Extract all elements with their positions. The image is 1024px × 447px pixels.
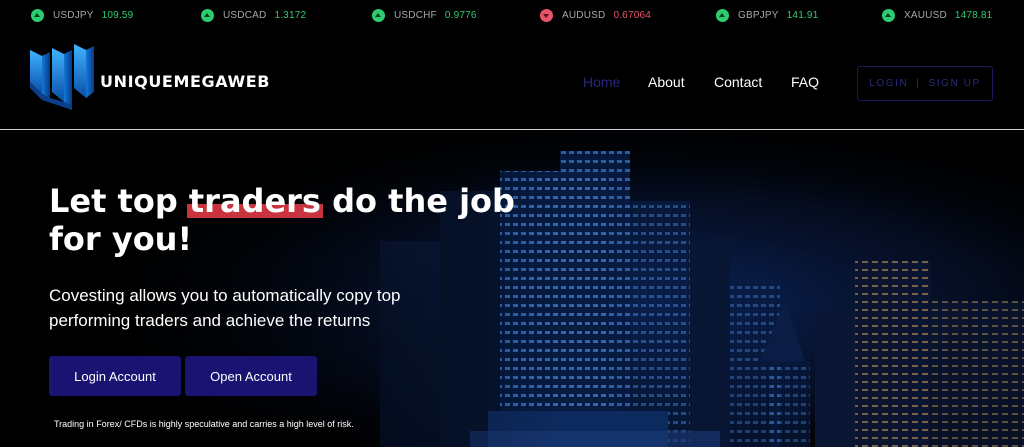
hero-subtext: Covesting allows you to automatically co…: [49, 286, 401, 330]
headline-highlight-text: traders: [188, 182, 321, 220]
ticker-price: 1478.81: [954, 10, 993, 21]
arrow-up-icon: [372, 9, 385, 22]
logo-text: UNIQUEMEGAWEB: [100, 72, 271, 91]
site-header: UNIQUEMEGAWEB Home About Contact FAQ LOG…: [0, 32, 1024, 130]
auth-box: LOGIN | SIGN UP: [857, 66, 993, 101]
login-link[interactable]: LOGIN: [869, 78, 908, 89]
price-ticker: USDJPY 109.59 USDCAD 1.3172 USDCHF 0.977…: [0, 0, 1024, 32]
ticker-price: 109.59: [101, 10, 134, 21]
arrow-up-icon: [31, 9, 44, 22]
ticker-item: USDCHF 0.9776: [372, 9, 477, 22]
headline-highlight: traders: [186, 182, 324, 220]
risk-disclaimer: Trading in Forex/ CFDs is highly specula…: [54, 419, 354, 429]
arrow-down-icon: [540, 9, 553, 22]
ticker-price: 0.9776: [444, 10, 477, 21]
ticker-item: XAUUSD 1478.81: [882, 9, 992, 22]
signup-link[interactable]: SIGN UP: [929, 78, 981, 89]
nav-home[interactable]: Home: [583, 74, 620, 90]
ticker-symbol: USDCHF: [394, 10, 437, 21]
login-account-button[interactable]: Login Account: [49, 356, 181, 396]
ticker-symbol: USDJPY: [53, 10, 94, 21]
auth-separator: |: [916, 78, 921, 89]
nav-contact[interactable]: Contact: [714, 74, 762, 90]
nav-about[interactable]: About: [648, 74, 685, 90]
ticker-item: USDJPY 109.59: [31, 9, 133, 22]
nav-faq[interactable]: FAQ: [791, 74, 819, 90]
arrow-up-icon: [201, 9, 214, 22]
ticker-symbol: USDCAD: [223, 10, 267, 21]
ticker-item: AUDUSD 0.67064: [540, 9, 651, 22]
ticker-symbol: AUDUSD: [562, 10, 606, 21]
ticker-item: USDCAD 1.3172: [201, 9, 306, 22]
logo-mark-icon: [30, 44, 94, 110]
arrow-up-icon: [882, 9, 895, 22]
ticker-price: 0.67064: [613, 10, 651, 21]
open-account-button[interactable]: Open Account: [185, 356, 317, 396]
site-logo[interactable]: UNIQUEMEGAWEB: [28, 42, 269, 112]
ticker-price: 141.91: [786, 10, 819, 21]
hero-section: Let top traders do the job for you! Cove…: [0, 131, 1024, 447]
ticker-item: GBPJPY 141.91: [716, 9, 818, 22]
ticker-symbol: GBPJPY: [738, 10, 779, 21]
hero-headline: Let top traders do the job for you!: [49, 182, 529, 258]
ticker-symbol: XAUUSD: [904, 10, 947, 21]
headline-start: Let top: [49, 182, 189, 220]
arrow-up-icon: [716, 9, 729, 22]
ticker-price: 1.3172: [274, 10, 307, 21]
